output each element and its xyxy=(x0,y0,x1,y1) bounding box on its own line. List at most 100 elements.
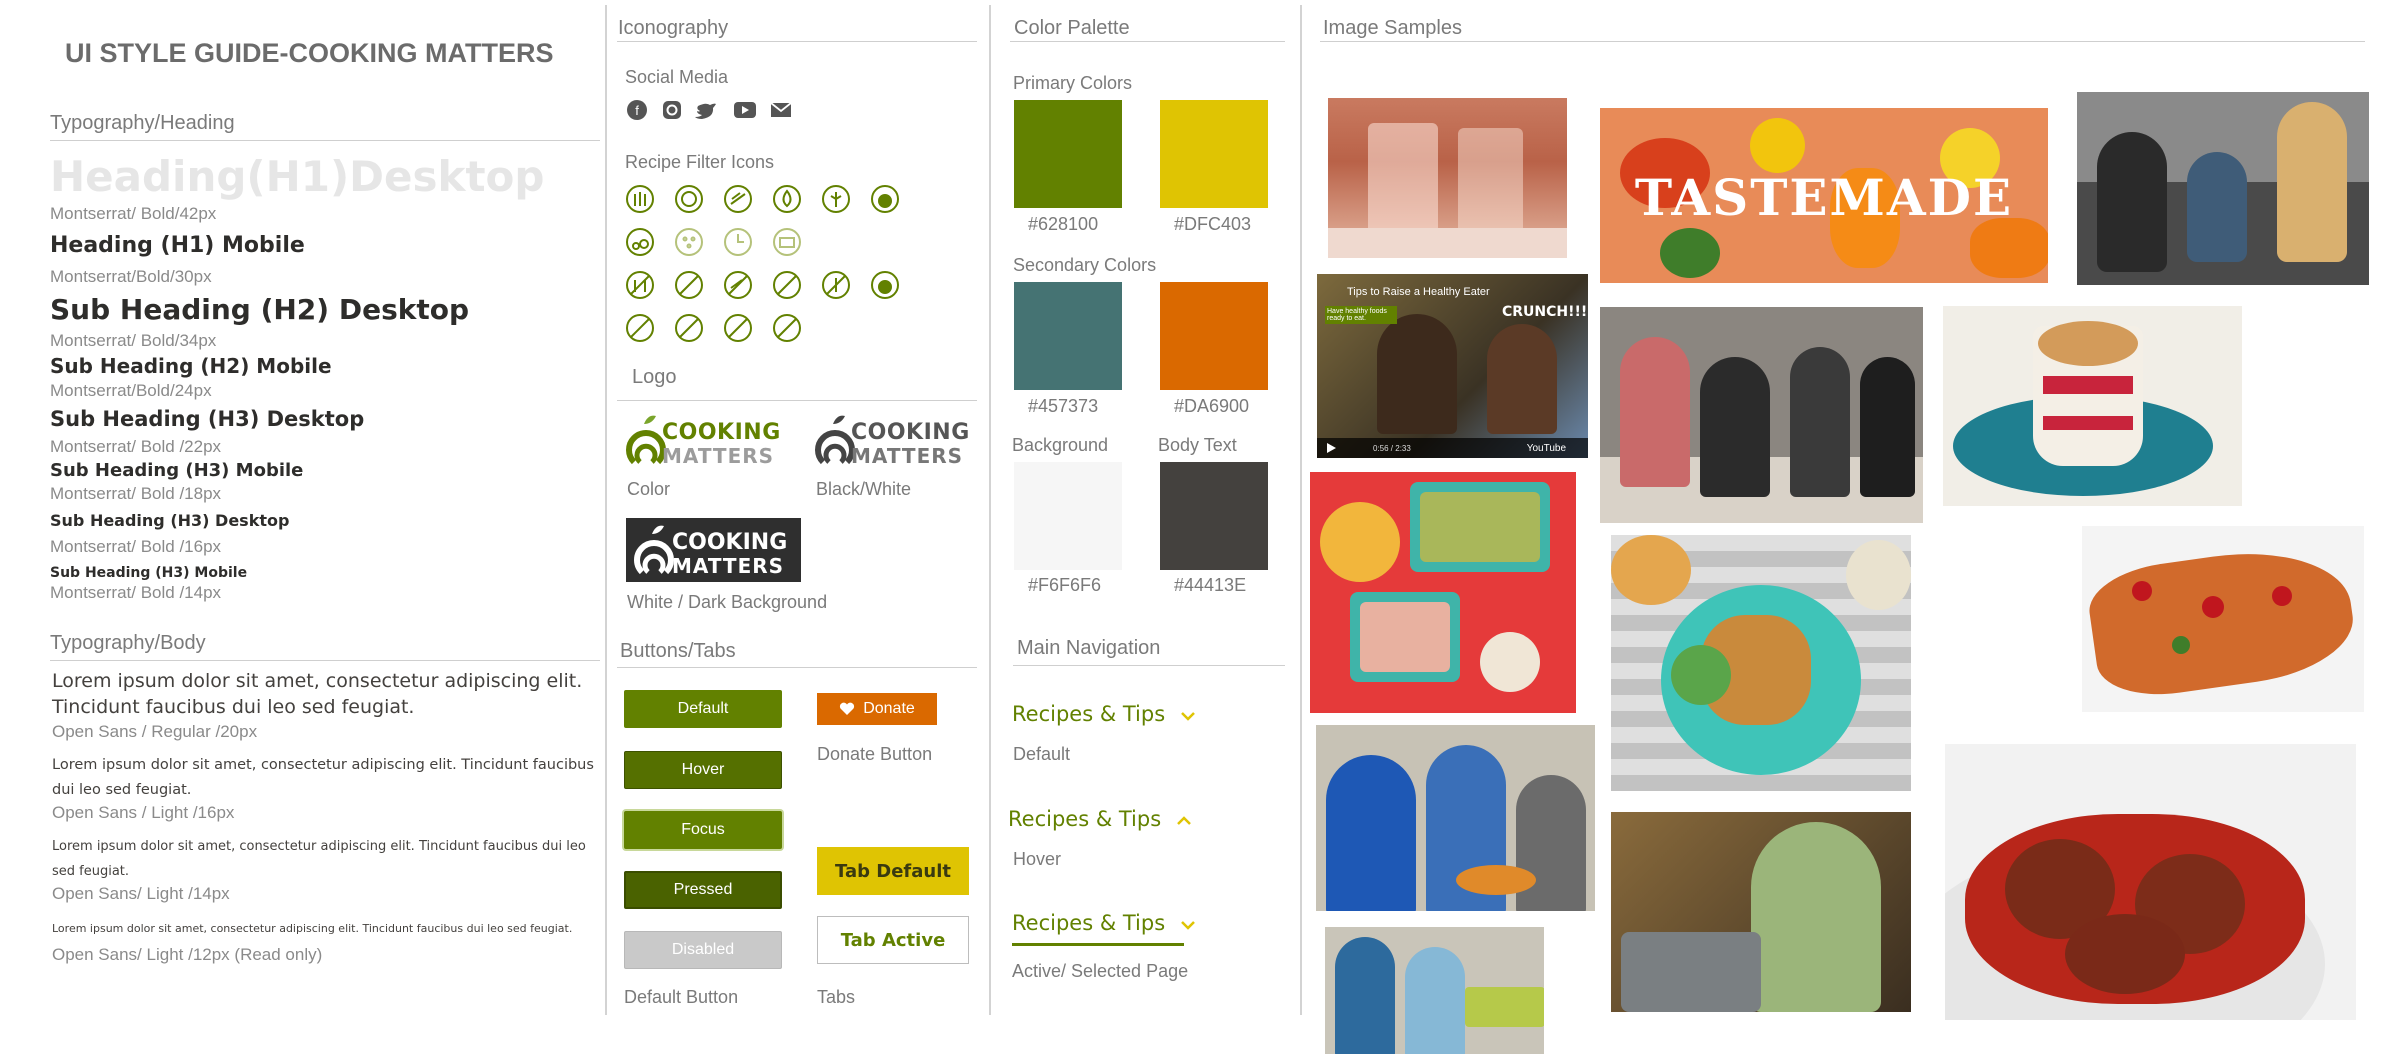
swatch-primary-green-hex: #628100 xyxy=(1028,214,1099,234)
svg-text:f: f xyxy=(635,103,639,118)
video-badge: Have healthy foods ready to eat. xyxy=(1325,306,1397,324)
h3-desktop-spec: Montserrat/ Bold /22px xyxy=(50,437,222,456)
swatch-secondary-orange-hex: #DA6900 xyxy=(1174,396,1250,416)
logo-word-matters: MATTERS xyxy=(672,554,785,578)
logo-word-cooking: COOKING xyxy=(672,530,788,555)
chevron-down-icon xyxy=(1180,921,1195,930)
kids-cooking-photo xyxy=(1316,725,1595,911)
tab-active[interactable]: Tab Active xyxy=(817,916,969,964)
apple-filter-icon[interactable] xyxy=(871,185,899,213)
no-drop-filter-icon[interactable] xyxy=(773,271,801,299)
swatch-secondary-teal-hex: #457373 xyxy=(1028,396,1099,416)
page-title: UI STYLE GUIDE-COOKING MATTERS xyxy=(65,38,554,68)
default-button[interactable]: Default xyxy=(624,690,782,728)
no-grain-filter-icon[interactable] xyxy=(626,271,654,299)
no-wheat-filter-icon[interactable] xyxy=(822,271,850,299)
h1-desktop-spec: Montserrat/ Bold/42px xyxy=(50,204,217,223)
pressed-button[interactable]: Pressed xyxy=(624,871,782,909)
video-brand: YouTube xyxy=(1526,443,1566,454)
drinks-photo xyxy=(1328,98,1567,258)
kids-kitchen-photo xyxy=(1325,927,1544,1054)
body-14-spec: Open Sans/ Light /14px xyxy=(52,884,230,903)
logo-bw-label: Black/White xyxy=(816,479,912,499)
nav-default-caption: Default xyxy=(1013,744,1071,764)
video-time: 0:56 / 2:33 xyxy=(1373,444,1411,453)
no-cookie-filter-icon[interactable] xyxy=(675,271,703,299)
logo-black-white: COOKING MATTERS xyxy=(813,412,975,470)
h3-desktop-16-sample: Sub Heading (H3) Desktop xyxy=(50,511,290,530)
divider xyxy=(50,660,600,661)
nav-link-default[interactable]: Recipes & Tips xyxy=(1012,702,1196,726)
column-divider xyxy=(1300,5,1302,1015)
youtube-icon[interactable] xyxy=(734,102,756,118)
logo-color: COOKING MATTERS xyxy=(624,412,786,470)
fish-plate-photo xyxy=(1611,535,1911,791)
focus-button[interactable]: Focus xyxy=(624,811,782,849)
nav-link-label: Recipes & Tips xyxy=(1012,911,1166,935)
divider xyxy=(1010,41,1285,42)
no-bread-filter-icon[interactable] xyxy=(724,271,752,299)
swatch-body-text-hex: #44413E xyxy=(1174,575,1247,595)
wheat-filter-icon[interactable] xyxy=(822,185,850,213)
facebook-icon[interactable]: f xyxy=(627,100,647,120)
h3-desktop-16-spec: Montserrat/ Bold /16px xyxy=(50,537,222,556)
h2-desktop-spec: Montserrat/ Bold/34px xyxy=(50,331,217,350)
nav-link-label: Recipes & Tips xyxy=(1012,702,1166,726)
email-icon[interactable] xyxy=(770,102,792,117)
logo-word-matters: MATTERS xyxy=(851,444,964,468)
bread-filter-icon[interactable] xyxy=(724,185,752,213)
body-12-sample: Lorem ipsum dolor sit amet, consectetur … xyxy=(52,922,573,935)
main-navigation-title: Main Navigation xyxy=(1017,637,1161,659)
clock-filter-icon[interactable] xyxy=(724,228,752,256)
image-samples-title: Image Samples xyxy=(1323,17,1462,39)
iconography-title: Iconography xyxy=(618,17,729,39)
logo-word-cooking: COOKING xyxy=(851,420,970,445)
hover-button[interactable]: Hover xyxy=(624,751,782,789)
grain-filter-icon[interactable] xyxy=(626,185,654,213)
tractor-filter-icon[interactable] xyxy=(626,228,654,256)
donate-button[interactable]: Donate xyxy=(817,693,937,725)
social-media-title: Social Media xyxy=(625,67,729,87)
body-14-sample: Lorem ipsum dolor sit amet, consectetur … xyxy=(52,839,586,879)
video-player[interactable]: Tips to Raise a Healthy Eater CRUNCH!!! … xyxy=(1317,274,1588,458)
body-text-title: Body Text xyxy=(1158,435,1237,455)
h3-mobile-14-spec: Montserrat/ Bold /14px xyxy=(50,583,222,602)
swatch-primary-yellow-hex: #DFC403 xyxy=(1174,214,1252,234)
no-dots-filter-icon[interactable] xyxy=(675,314,703,342)
logo-dark-label: White / Dark Background xyxy=(627,592,828,612)
logo-word-cooking: COOKING xyxy=(662,420,781,445)
nav-link-label: Recipes & Tips xyxy=(1008,807,1162,831)
recipe-filter-title: Recipe Filter Icons xyxy=(625,152,775,172)
dots-filter-icon[interactable] xyxy=(675,228,703,256)
divider xyxy=(617,667,977,668)
tab-default[interactable]: Tab Default xyxy=(817,847,969,895)
body-20-spec: Open Sans / Regular /20px xyxy=(52,722,258,741)
h3-mobile-14-sample: Sub Heading (H3) Mobile xyxy=(50,565,248,581)
logo-color-label: Color xyxy=(627,479,671,499)
twitter-icon[interactable] xyxy=(695,103,716,119)
instagram-icon[interactable] xyxy=(663,101,681,119)
primary-colors-title: Primary Colors xyxy=(1013,73,1133,93)
no-clock-filter-icon[interactable] xyxy=(724,314,752,342)
default-button-caption: Default Button xyxy=(624,987,739,1007)
nav-link-hover[interactable]: Recipes & Tips xyxy=(1008,807,1192,831)
cookie-filter-icon[interactable] xyxy=(675,185,703,213)
tabs-caption: Tabs xyxy=(817,987,856,1007)
pizza-photo xyxy=(2082,526,2364,712)
chevron-up-icon xyxy=(1176,816,1191,825)
no-apple-filter-icon[interactable] xyxy=(871,271,899,299)
typography-heading-title: Typography/Heading xyxy=(50,112,235,134)
secondary-colors-title: Secondary Colors xyxy=(1013,255,1157,275)
no-tractor-filter-icon[interactable] xyxy=(626,314,654,342)
play-icon[interactable] xyxy=(1325,442,1337,454)
buttons-tabs-title: Buttons/Tabs xyxy=(620,640,736,662)
pot-filter-icon[interactable] xyxy=(773,228,801,256)
h1-mobile-spec: Montserrat/Bold/30px xyxy=(50,267,212,286)
no-pot-filter-icon[interactable] xyxy=(773,314,801,342)
drop-filter-icon[interactable] xyxy=(773,185,801,213)
swatch-background xyxy=(1014,462,1122,570)
sink-washing-photo xyxy=(1611,812,1911,1012)
video-title: Tips to Raise a Healthy Eater xyxy=(1347,286,1490,298)
nav-link-active[interactable]: Recipes & Tips xyxy=(1012,911,1196,935)
column-divider xyxy=(605,5,607,1015)
